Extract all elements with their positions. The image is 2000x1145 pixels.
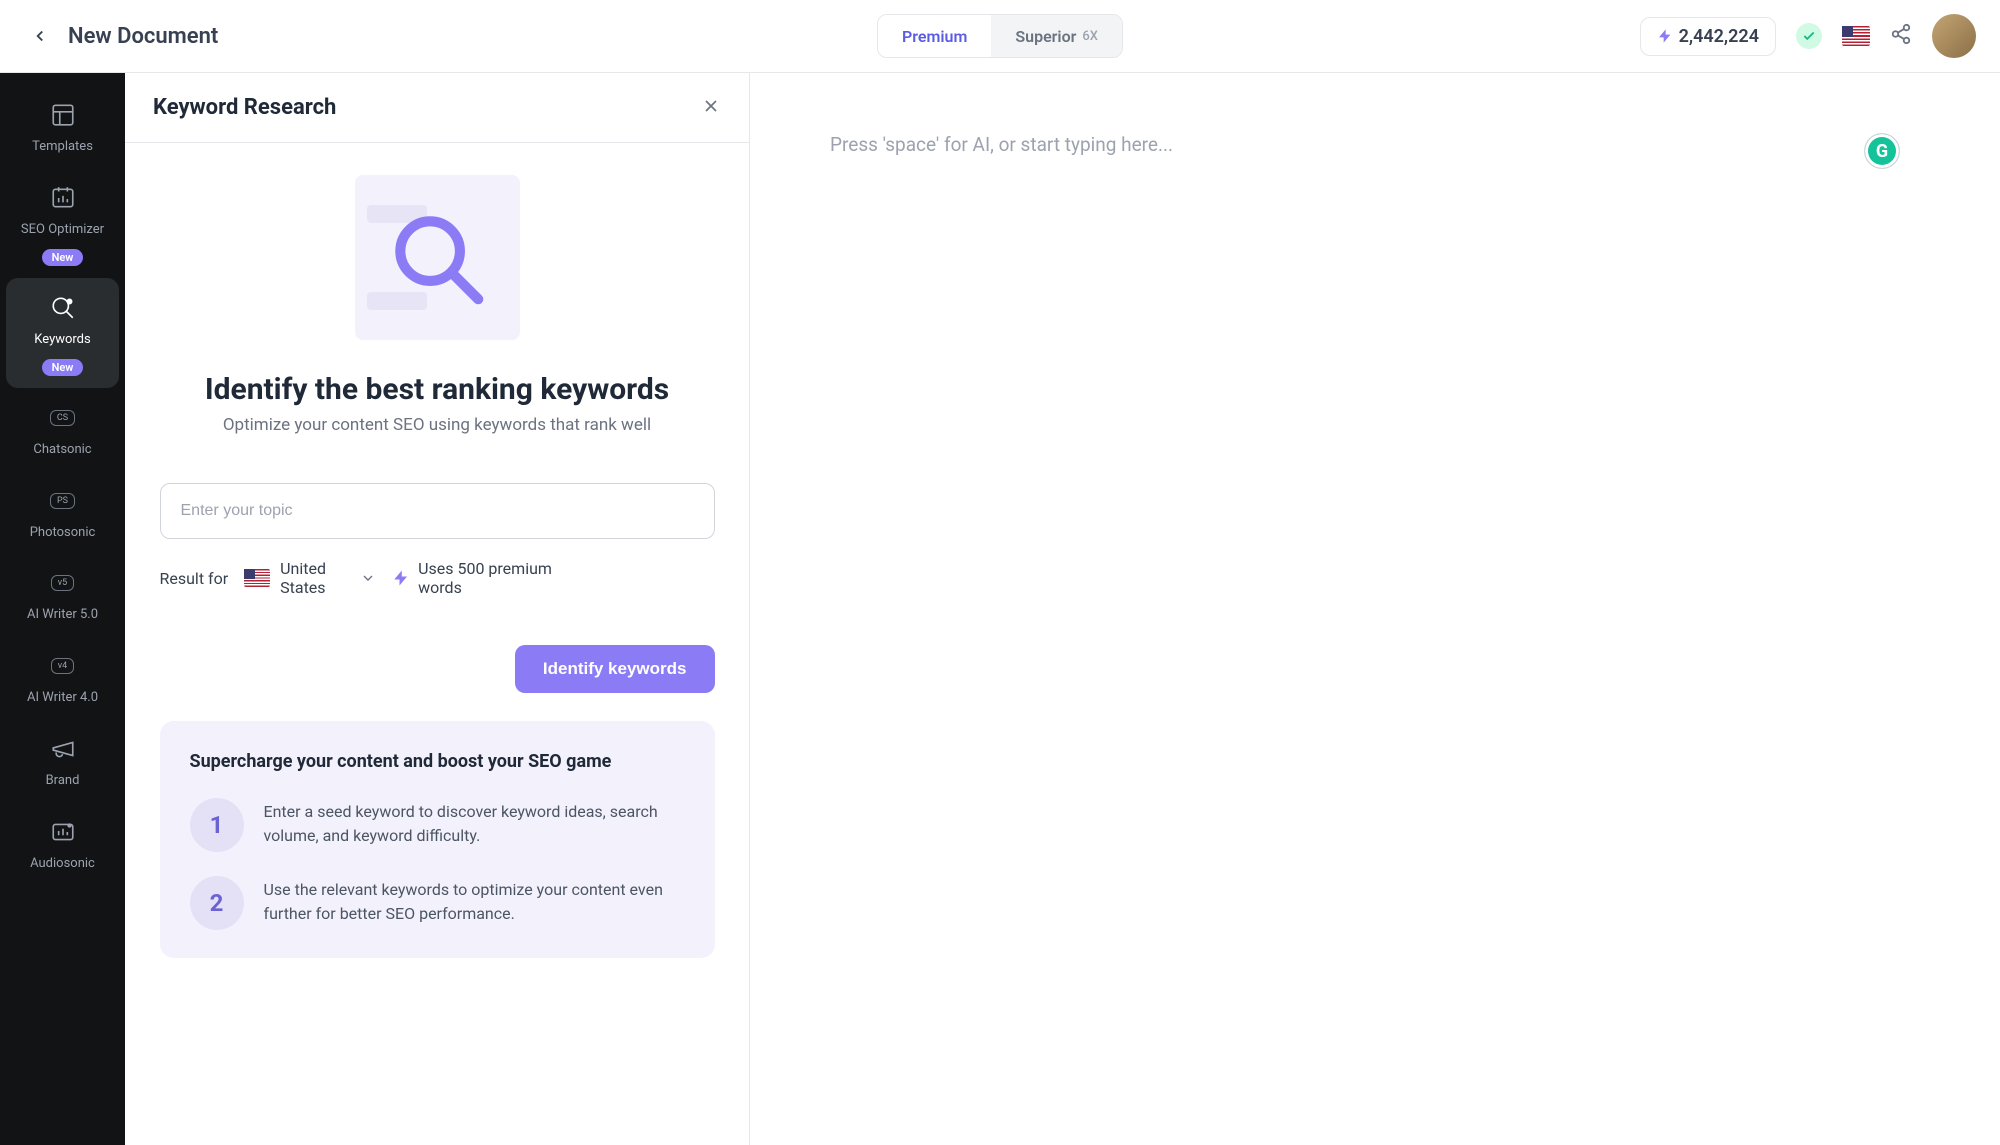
usage-text: Uses 500 premium words [418, 559, 578, 597]
country-select[interactable]: United States [244, 559, 376, 597]
us-flag-icon [244, 569, 270, 587]
photosonic-icon: PS [50, 493, 75, 509]
back-button[interactable] [24, 20, 56, 52]
locale-flag-us[interactable] [1842, 26, 1870, 46]
status-check-badge[interactable] [1796, 23, 1822, 49]
sidebar-item-brand[interactable]: Brand [0, 719, 125, 802]
plan-premium[interactable]: Premium [878, 15, 991, 57]
sidebar: Templates SEO Optimizer New Keywords New… [0, 73, 125, 1145]
editor-area[interactable]: Press 'space' for AI, or start typing he… [750, 73, 2000, 1145]
keywords-icon [50, 295, 76, 321]
megaphone-icon [50, 736, 76, 762]
bolt-icon [392, 569, 410, 587]
sidebar-item-templates[interactable]: Templates [0, 85, 125, 168]
sidebar-item-label: AI Writer 5.0 [27, 607, 98, 624]
plan-toggle: Premium Superior 6X [877, 14, 1123, 58]
new-badge: New [42, 359, 84, 376]
sidebar-item-label: Keywords [34, 332, 90, 349]
new-badge: New [42, 249, 84, 266]
user-avatar[interactable] [1932, 14, 1976, 58]
share-button[interactable] [1890, 23, 1912, 49]
sidebar-item-label: AI Writer 4.0 [27, 690, 98, 707]
step-number: 1 [190, 798, 244, 852]
keyword-research-panel: Keyword Research Identify the best ranki… [125, 73, 750, 1145]
info-card-title: Supercharge your content and boost your … [190, 749, 685, 774]
step-number: 2 [190, 876, 244, 930]
sidebar-item-photosonic[interactable]: PS Photosonic [0, 471, 125, 554]
magnifier-icon [382, 203, 492, 313]
sidebar-item-label: Templates [32, 139, 93, 156]
topbar: New Document Premium Superior 6X 2,442,2… [0, 0, 2000, 73]
sidebar-item-label: Audiosonic [30, 856, 95, 873]
chatsonic-icon: CS [50, 410, 75, 426]
sidebar-item-chatsonic[interactable]: CS Chatsonic [0, 388, 125, 471]
step-text: Use the relevant keywords to optimize yo… [264, 876, 685, 930]
sidebar-item-label: Chatsonic [33, 442, 91, 459]
info-step-2: 2 Use the relevant keywords to optimize … [190, 876, 685, 930]
hero-headline: Identify the best ranking keywords [205, 372, 669, 407]
chevron-left-icon [31, 27, 49, 45]
bolt-icon [1657, 28, 1673, 44]
sidebar-item-ai-writer-4[interactable]: v4 AI Writer 4.0 [0, 636, 125, 719]
info-card: Supercharge your content and boost your … [160, 721, 715, 958]
sidebar-item-seo-optimizer[interactable]: SEO Optimizer New [0, 168, 125, 278]
sidebar-item-label: Photosonic [30, 525, 96, 542]
document-title[interactable]: New Document [68, 24, 218, 49]
hero-subtitle: Optimize your content SEO using keywords… [223, 415, 651, 435]
sidebar-item-label: SEO Optimizer [21, 222, 104, 239]
country-name: United States [280, 559, 350, 597]
topic-input[interactable] [160, 483, 715, 539]
close-panel-button[interactable] [701, 96, 721, 120]
panel-title: Keyword Research [153, 95, 336, 120]
sidebar-item-ai-writer-5[interactable]: v5 AI Writer 5.0 [0, 553, 125, 636]
close-icon [701, 96, 721, 116]
sidebar-item-label: Brand [46, 773, 80, 790]
ai-writer-4-icon: v4 [51, 658, 74, 674]
result-for-label: Result for [160, 569, 229, 588]
sidebar-item-audiosonic[interactable]: Audiosonic [0, 802, 125, 885]
plan-superior-label: Superior [1015, 27, 1076, 46]
info-step-1: 1 Enter a seed keyword to discover keywo… [190, 798, 685, 852]
audiosonic-icon [50, 819, 76, 845]
ai-writer-5-icon: v5 [51, 575, 74, 591]
templates-icon [50, 102, 76, 128]
credits-value: 2,442,224 [1679, 26, 1759, 47]
plan-superior-badge: 6X [1082, 29, 1098, 44]
identify-keywords-button[interactable]: Identify keywords [515, 645, 715, 693]
seo-optimizer-icon [50, 185, 76, 211]
step-text: Enter a seed keyword to discover keyword… [264, 798, 685, 852]
check-icon [1802, 29, 1816, 43]
chevron-down-icon [360, 570, 376, 586]
hero-illustration [355, 175, 520, 340]
grammarly-badge[interactable]: G [1864, 133, 1900, 169]
plan-superior[interactable]: Superior 6X [991, 15, 1122, 57]
share-icon [1890, 23, 1912, 45]
credits-display[interactable]: 2,442,224 [1640, 17, 1776, 56]
usage-info: Uses 500 premium words [392, 559, 578, 597]
editor-placeholder: Press 'space' for AI, or start typing he… [830, 133, 1920, 156]
sidebar-item-keywords[interactable]: Keywords New [6, 278, 119, 388]
